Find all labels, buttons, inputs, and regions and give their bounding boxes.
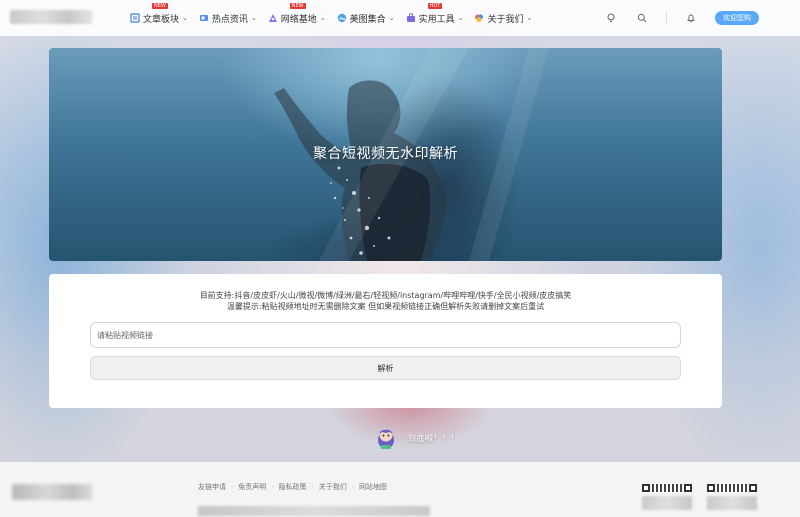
parser-card: 目前支持:抖音/皮皮虾/火山/微视/微博/绿洲/最右/轻视频/instagram… [49,274,722,408]
footer-dot: · [351,483,354,491]
header-actions: 欢迎您购 [604,0,800,36]
nav-badge: HOT [427,3,443,9]
footer-link-privacy[interactable]: 隐私政策 [278,482,306,492]
page-title: 聚合短视频无水印解析 [313,146,458,162]
nav-badge: NEW [289,3,306,9]
footer-dot: · [271,483,274,491]
tools-icon [406,13,415,22]
footer-dot: · [231,483,234,491]
footer-link-friend[interactable]: 友链申请 [198,482,226,492]
footer-link-disclaimer[interactable]: 免责声明 [238,482,266,492]
video-url-input[interactable] [90,322,681,348]
nav-label: 美图集合 [349,14,386,25]
top-header: 文章板块 ⌄ NEW 热点资讯 ⌄ 网络基地 ⌄ NEW 美图集合 ⌄ 实用工具… [0,0,800,36]
nav-item-articles[interactable]: 文章板块 ⌄ NEW [130,0,188,36]
qr-code-wechat [642,484,692,514]
chevron-down-icon: ⌄ [319,14,326,22]
mascot-icon [378,428,394,449]
chevron-down-icon: ⌄ [388,14,395,22]
main-nav: 文章板块 ⌄ NEW 热点资讯 ⌄ 网络基地 ⌄ NEW 美图集合 ⌄ 实用工具… [130,0,543,36]
nav-item-gallery[interactable]: 美图集合 ⌄ [337,0,395,36]
end-of-content: 到底啦！！！ [372,424,459,452]
news-icon [199,15,208,21]
nav-item-news[interactable]: 热点资讯 ⌄ [199,0,257,36]
nav-badge: NEW [152,3,168,9]
login-button[interactable]: 欢迎您购 [715,11,759,25]
nav-label: 实用工具 [418,14,455,25]
search-icon[interactable] [635,11,649,25]
hero-banner: 聚合短视频无水印解析 [49,48,722,261]
nav-label: 热点资讯 [211,14,248,25]
parse-button[interactable]: 解析 [90,356,681,380]
footer-logo [12,484,92,500]
nav-item-network[interactable]: 网络基地 ⌄ NEW [268,0,326,36]
nav-label: 网络基地 [280,14,317,25]
nav-item-tools[interactable]: 实用工具 ⌄ HOT [406,0,464,36]
nav-label: 文章板块 [143,14,180,25]
about-icon [475,14,484,22]
supported-platforms-text: 目前支持:抖音/皮皮虾/火山/微视/微博/绿洲/最右/轻视频/instagram… [199,291,572,300]
gallery-icon [337,13,346,23]
chevron-down-icon: ⌄ [182,14,188,22]
site-logo[interactable] [10,10,92,24]
footer-copyright [198,506,430,516]
header-divider [666,12,667,24]
end-message: 到底啦！！！ [408,433,459,443]
footer-link-sitemap[interactable]: 网站地图 [359,482,387,492]
qr-code-app [707,484,757,514]
footer-dot: · [311,483,314,491]
chevron-down-icon: ⌄ [457,14,464,22]
nav-label: 关于我们 [487,14,524,25]
tip-text: 温馨提示:粘贴视频地址时无需删除文案 但如果视频链接正确但解析失败请删掉文案后重… [226,302,545,311]
footer-link-about[interactable]: 关于我们 [319,482,347,492]
chevron-down-icon: ⌄ [526,14,533,22]
site-footer: 友链申请 · 免责声明 · 隐私政策 · 关于我们 · 网站地图 [0,462,800,517]
bell-icon[interactable] [684,11,698,25]
nav-item-about[interactable]: 关于我们 ⌄ [474,0,532,36]
chevron-down-icon: ⌄ [250,14,257,22]
article-icon [130,13,140,23]
footer-links: 友链申请 · 免责声明 · 隐私政策 · 关于我们 · 网站地图 [198,482,387,492]
network-icon [268,14,277,22]
theme-toggle-icon[interactable] [604,11,618,25]
